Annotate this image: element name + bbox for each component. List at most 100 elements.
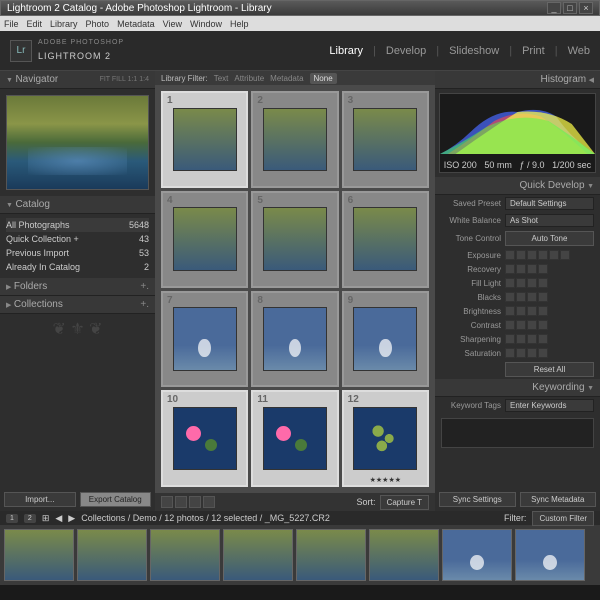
sync-settings-button[interactable]: Sync Settings [439, 492, 516, 507]
histogram-header[interactable]: Histogram ◀ [435, 71, 600, 89]
saturation-stepper[interactable] [505, 348, 548, 358]
thumb-8[interactable]: 8 [251, 291, 338, 388]
navigator-preview[interactable] [6, 95, 149, 190]
catalog-item[interactable]: All Photographs5648 [6, 218, 149, 232]
catalog-item[interactable]: Previous Import53 [6, 246, 149, 260]
filmstrip-info-bar: 1 2 ⊞ ◀ ▶ Collections / Demo / 12 photos… [0, 511, 600, 525]
module-print[interactable]: Print [522, 45, 545, 57]
add-collection-icon[interactable]: +. [140, 299, 149, 310]
thumb-11[interactable]: 11 [251, 390, 338, 487]
filmstrip-thumb[interactable] [515, 529, 585, 581]
filmstrip[interactable] [0, 525, 600, 585]
thumb-12[interactable]: 12★★★★★ [342, 390, 429, 487]
filmstrip-thumb[interactable] [442, 529, 512, 581]
grid-toolbar: Sort: Capture T [155, 493, 435, 511]
breadcrumb[interactable]: Collections / Demo / 12 photos / 12 sele… [81, 513, 330, 523]
thumb-3[interactable]: 3 [342, 91, 429, 188]
recovery-stepper[interactable] [505, 264, 548, 274]
preset-dropdown[interactable]: Default Settings [505, 197, 594, 210]
contrast-stepper[interactable] [505, 320, 548, 330]
app-header: Lr ADOBE PHOTOSHOP LIGHTROOM 2 Library| … [0, 31, 600, 71]
survey-view-icon[interactable] [203, 496, 215, 508]
menu-bar: File Edit Library Photo Metadata View Wi… [0, 16, 600, 31]
module-library[interactable]: Library [329, 45, 363, 57]
left-actions: Import... Export Catalog [0, 488, 155, 511]
thumb-10[interactable]: 10 [161, 390, 248, 487]
menu-library[interactable]: Library [50, 19, 78, 29]
keywording-header[interactable]: Keywording ▼ [435, 379, 600, 397]
catalog-header[interactable]: ▼ Catalog [0, 196, 155, 214]
export-catalog-button[interactable]: Export Catalog [80, 492, 152, 507]
filmstrip-thumb[interactable] [150, 529, 220, 581]
collections-header[interactable]: ▶ Collections +. [0, 296, 155, 314]
rating-stars[interactable]: ★★★★★ [370, 476, 401, 484]
keywords-textarea[interactable] [441, 418, 594, 448]
thumb-9[interactable]: 9 [342, 291, 429, 388]
loupe-view-icon[interactable] [175, 496, 187, 508]
filter-metadata[interactable]: Metadata [270, 74, 303, 83]
custom-filter-dropdown[interactable]: Custom Filter [532, 511, 594, 526]
filter-none[interactable]: None [310, 73, 337, 84]
thumb-4[interactable]: 4 [161, 191, 248, 288]
brightness-stepper[interactable] [505, 306, 548, 316]
menu-metadata[interactable]: Metadata [117, 19, 155, 29]
thumb-2[interactable]: 2 [251, 91, 338, 188]
wb-dropdown[interactable]: As Shot [505, 214, 594, 227]
catalog-item[interactable]: Already In Catalog2 [6, 260, 149, 274]
grid-view-icon[interactable] [161, 496, 173, 508]
nav-prev-icon[interactable]: ◀ [55, 513, 62, 524]
import-button[interactable]: Import... [4, 492, 76, 507]
thumbnail-grid: 1 2 3 4 5 6 7 8 9 10 11 12★★★★★ [155, 85, 435, 493]
resetall-button[interactable]: Reset All [505, 362, 594, 377]
thumb-5[interactable]: 5 [251, 191, 338, 288]
panel-ornament: ❦ ⚜ ❦ [0, 314, 155, 344]
histogram-display[interactable]: ISO 20050 mmƒ / 9.01/200 sec [439, 93, 596, 173]
keywords-input[interactable]: Enter Keywords [505, 399, 594, 412]
sharpening-stepper[interactable] [505, 334, 548, 344]
menu-help[interactable]: Help [230, 19, 249, 29]
filmstrip-thumb[interactable] [223, 529, 293, 581]
compare-view-icon[interactable] [189, 496, 201, 508]
filter-text[interactable]: Text [214, 74, 229, 83]
screen-2-tab[interactable]: 2 [24, 514, 36, 523]
filmstrip-thumb[interactable] [4, 529, 74, 581]
logo-text: ADOBE PHOTOSHOP LIGHTROOM 2 [38, 39, 124, 62]
autotone-button[interactable]: Auto Tone [505, 231, 594, 246]
nav-next-icon[interactable]: ▶ [68, 513, 75, 524]
filter-attribute[interactable]: Attribute [234, 74, 264, 83]
quickdevelop-header[interactable]: Quick Develop ▼ [435, 177, 600, 195]
grid-icon[interactable]: ⊞ [42, 513, 50, 524]
catalog-item[interactable]: Quick Collection +43 [6, 232, 149, 246]
thumb-1[interactable]: 1 [161, 91, 248, 188]
exposure-stepper[interactable] [505, 250, 570, 260]
menu-view[interactable]: View [163, 19, 182, 29]
thumb-7[interactable]: 7 [161, 291, 248, 388]
add-folder-icon[interactable]: +. [140, 281, 149, 292]
folders-header[interactable]: ▶ Folders +. [0, 278, 155, 296]
sort-dropdown[interactable]: Capture T [380, 495, 429, 510]
maximize-button[interactable]: □ [563, 2, 577, 14]
filmstrip-thumb[interactable] [369, 529, 439, 581]
filmstrip-thumb[interactable] [296, 529, 366, 581]
menu-file[interactable]: File [4, 19, 19, 29]
module-slideshow[interactable]: Slideshow [449, 45, 499, 57]
navigator-header[interactable]: ▼ Navigator FIT FILL 1:1 1:4 [0, 71, 155, 89]
sync-metadata-button[interactable]: Sync Metadata [520, 492, 597, 507]
thumb-6[interactable]: 6 [342, 191, 429, 288]
filllight-stepper[interactable] [505, 278, 548, 288]
screen-1-tab[interactable]: 1 [6, 514, 18, 523]
right-panel: Histogram ◀ ISO 20050 mmƒ / 9.01/200 sec… [435, 71, 600, 511]
menu-window[interactable]: Window [190, 19, 222, 29]
module-web[interactable]: Web [568, 45, 590, 57]
close-button[interactable]: × [579, 2, 593, 14]
minimize-button[interactable]: _ [547, 2, 561, 14]
menu-photo[interactable]: Photo [86, 19, 110, 29]
window-controls: _ □ × [547, 2, 593, 14]
catalog-list: All Photographs5648 Quick Collection +43… [0, 214, 155, 278]
module-develop[interactable]: Develop [386, 45, 426, 57]
module-picker: Library| Develop| Slideshow| Print| Web [329, 45, 590, 57]
center-panel: Library Filter: Text Attribute Metadata … [155, 71, 435, 511]
blacks-stepper[interactable] [505, 292, 548, 302]
filmstrip-thumb[interactable] [77, 529, 147, 581]
menu-edit[interactable]: Edit [27, 19, 43, 29]
